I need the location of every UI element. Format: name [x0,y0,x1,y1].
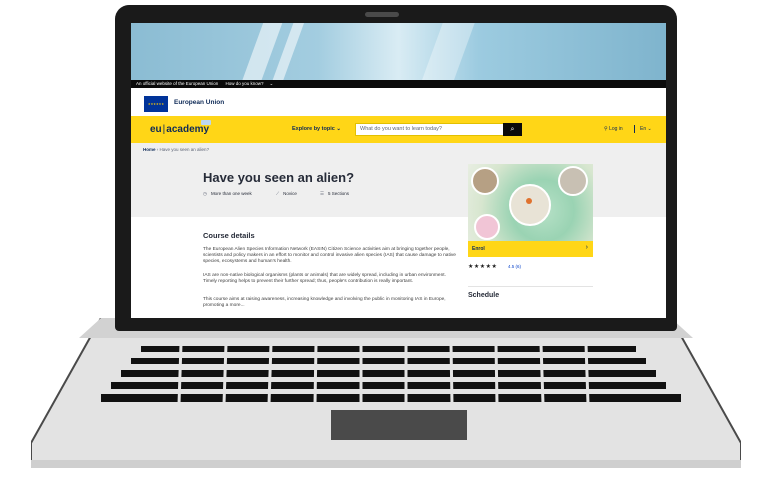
chevron-right-icon: › [585,244,588,251]
official-text: An official website of the European Unio… [136,81,219,86]
banner-image [131,23,666,80]
details-paragraph: The European Alien Species Information N… [203,247,456,264]
keyboard-illustration [30,317,742,469]
laptop-base [30,317,742,469]
laptop-screen: An official website of the European Unio… [131,23,666,318]
clock-icon: ◷ [203,191,207,196]
rating-text[interactable]: 4.5 (6) [508,264,521,269]
course-title: Have you seen an alien? [203,170,355,185]
login-link[interactable]: ⚲ Log in [604,126,623,132]
language-label: En [640,126,647,132]
rating-stars: ★★★★★ [468,264,498,270]
main-nav: eu|academy Explore by topic ⌄ What do yo… [131,116,666,143]
eu-header: ★★★★★★ European Union [131,88,666,116]
level-icon: ⟋ [276,191,280,196]
search-placeholder: What do you want to learn today? [360,126,442,132]
location-pin-icon [526,198,532,204]
details-paragraph: This course aims at raising awareness, i… [203,297,446,308]
flower-photo [474,214,500,240]
enrol-button[interactable]: Enrol › [468,241,593,257]
bird-photo [558,166,588,196]
official-eu-strip: An official website of the European Unio… [131,80,666,88]
search-icon: ⌕ [510,126,515,133]
user-icon: ⚲ [604,126,608,132]
eu-flag-logo[interactable]: ★★★★★★ [144,96,168,112]
sections-text: 5 Sections [328,191,350,196]
duration-meta: ◷ More than one week [203,191,252,197]
level-text: Novice [283,191,297,196]
stars-icon: ★★★★★★ [147,102,165,106]
eu-name: European Union [174,99,225,106]
laptop-illustration: An official website of the European Unio… [0,0,779,479]
sections-meta: ☰ 5 Sections [320,191,349,197]
webcam [365,12,399,17]
enrol-label: Enrol [472,246,485,252]
nav-divider [634,125,635,133]
breadcrumb-home[interactable]: Home [143,147,156,152]
login-label: Log in [609,126,623,132]
schedule-heading: Schedule [468,292,500,299]
breadcrumb: Home › Have you seen an alien? [143,147,209,152]
chevron-down-icon: ⌄ [647,126,652,132]
details-paragraph: IAS are non-native biological organisms … [203,273,446,284]
sidebar-divider [468,286,593,287]
language-selector[interactable]: En ⌄ [640,126,652,132]
explore-by-topic-button[interactable]: Explore by topic ⌄ [292,126,341,132]
insect-photo [471,167,499,195]
chevron-down-icon: ⌄ [336,126,341,132]
globe-map-photo [509,184,551,226]
search-button[interactable]: ⌕ [503,123,522,136]
level-meta: ⟋ Novice [276,191,297,196]
list-icon: ☰ [320,191,325,196]
beta-badge [201,120,211,125]
duration-text: More than one week [210,191,252,196]
course-details-heading: Course details [203,231,255,240]
how-do-you-know-link[interactable]: How do you know? [226,81,264,86]
eu-academy-logo[interactable]: eu|academy [150,124,209,135]
breadcrumb-current: Have you seen an alien? [159,147,210,152]
explore-label: Explore by topic [292,126,335,132]
chevron-down-icon: ⌄ [269,81,274,86]
search-input[interactable]: What do you want to learn today? [355,123,522,136]
logo-eu-text: eu [150,124,162,135]
logo-academy-text: academy [166,124,210,135]
